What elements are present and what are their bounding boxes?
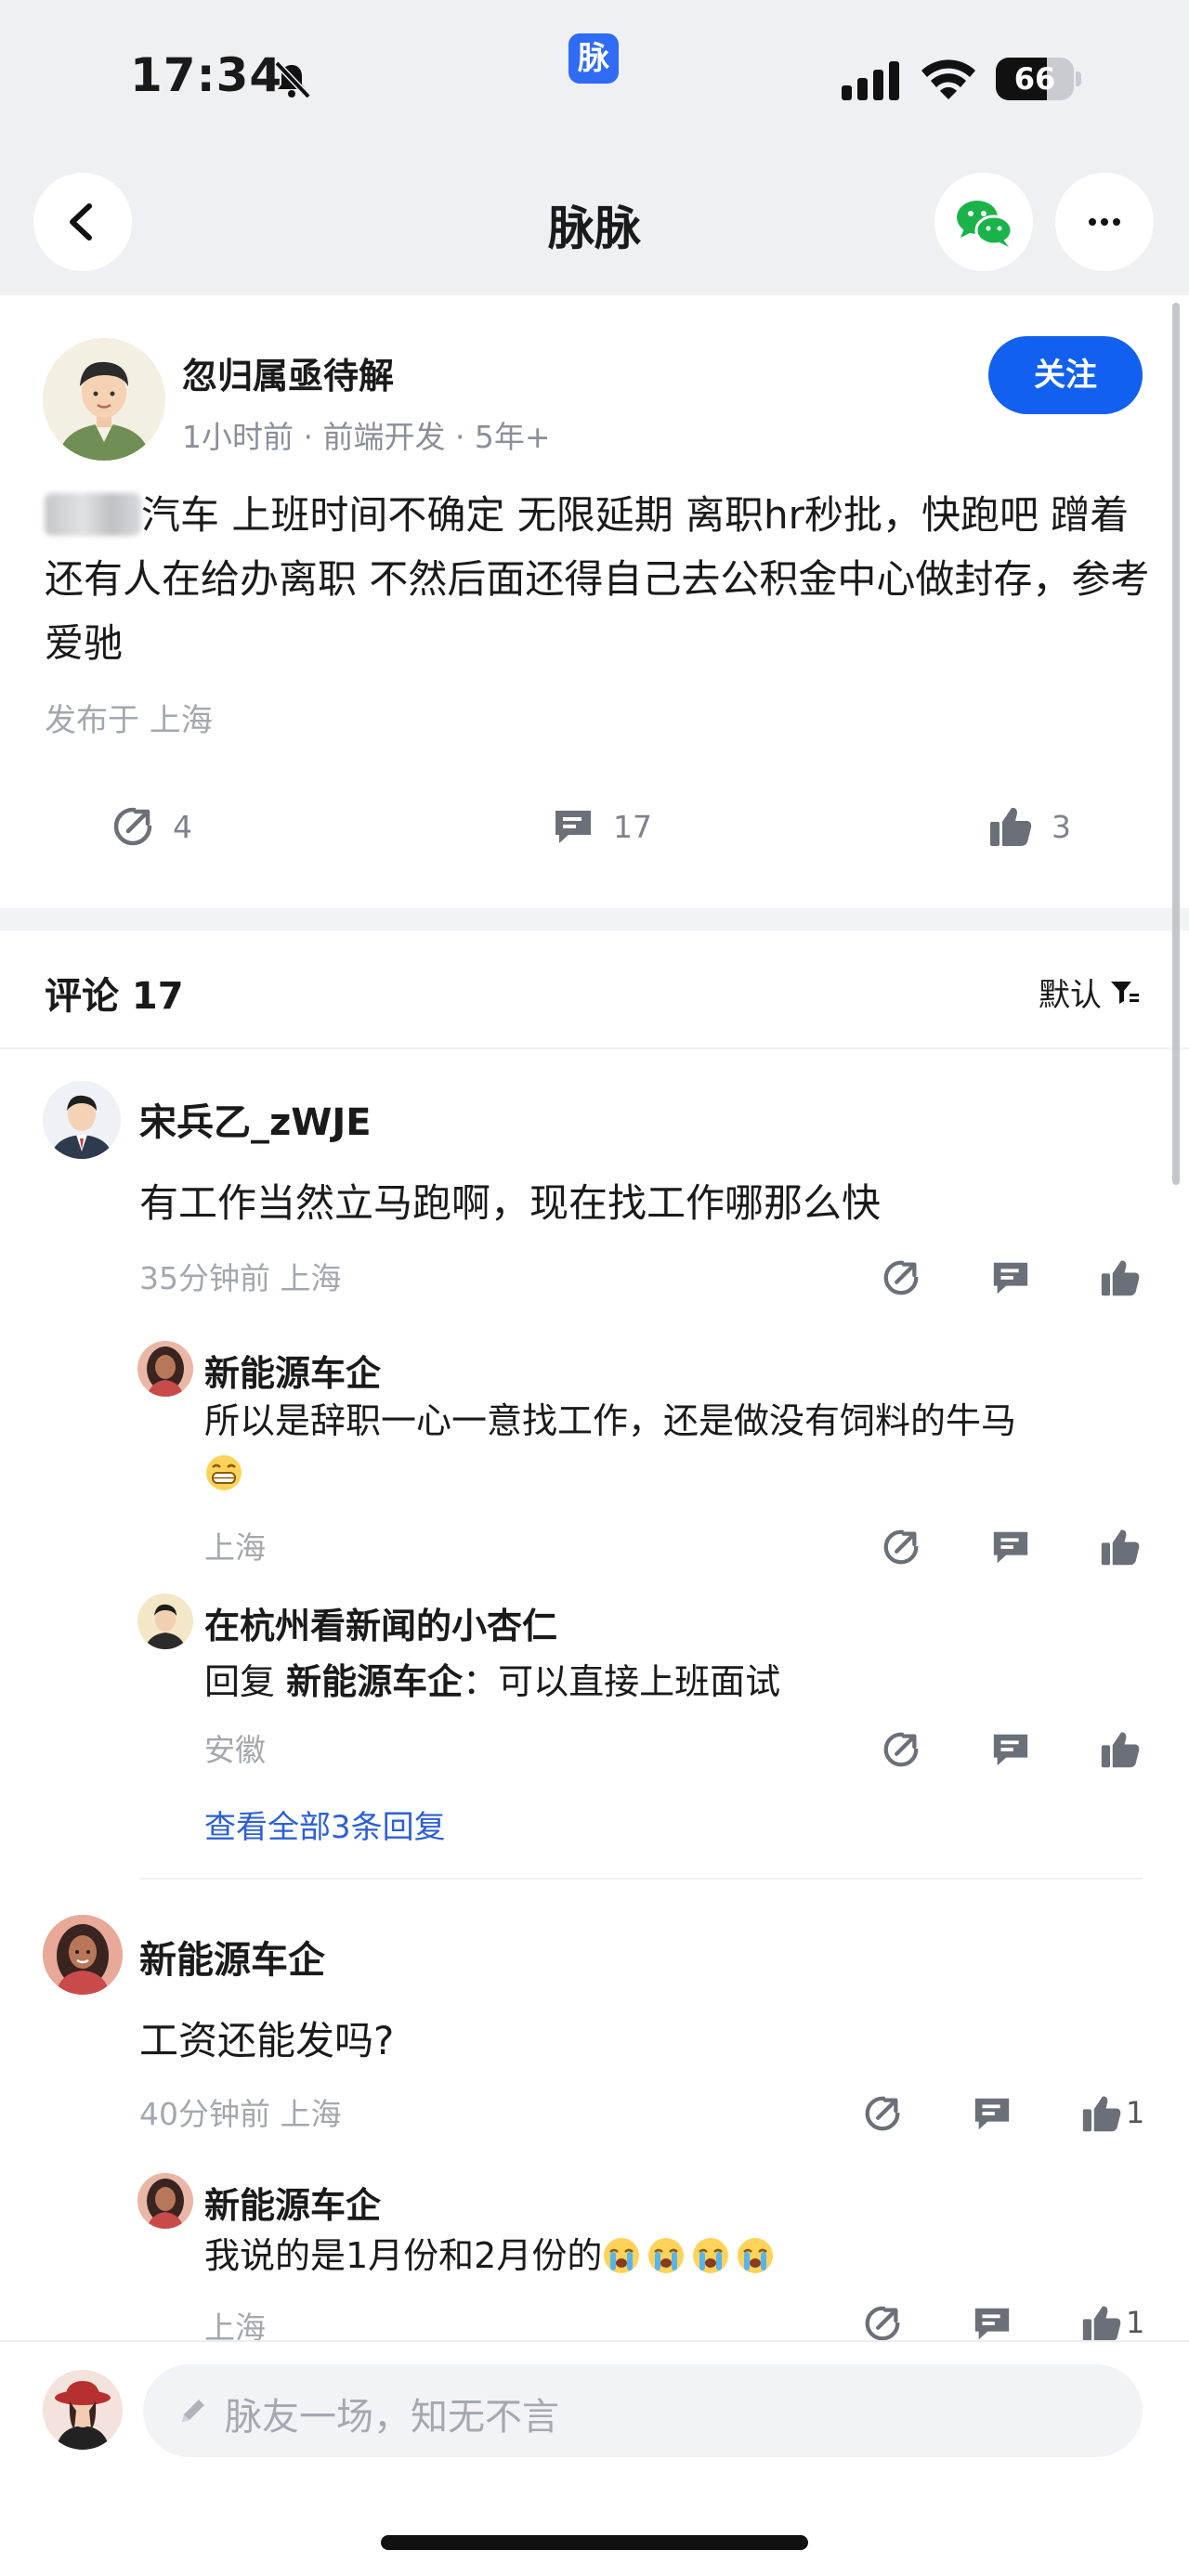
divider	[0, 1047, 1189, 1049]
man-avatar-icon	[137, 1594, 193, 1649]
thumbs-up-icon[interactable]	[1100, 1257, 1141, 1298]
wechat-icon	[957, 201, 1013, 247]
reply-text-content: 所以是辞职一心一意找工作，还是做没有饲料的牛马	[204, 1400, 1017, 1441]
reply-text-content: 可以直接上班面试	[498, 1661, 781, 1702]
reply-prefix: 回复	[204, 1661, 287, 1702]
comment-input-placeholder: 脉友一场，知无不言	[225, 2396, 559, 2439]
comment-icon[interactable]	[972, 2303, 1013, 2344]
grin-emoji-icon	[206, 1455, 242, 1490]
comment-count: 17	[613, 808, 652, 845]
thumbs-up-icon[interactable]	[1100, 1729, 1141, 1770]
home-indicator	[381, 2535, 808, 2550]
repost-icon[interactable]	[881, 1257, 921, 1298]
repost-icon[interactable]	[881, 1527, 921, 1568]
woman-avatar-icon	[137, 1341, 193, 1397]
cellular-signal-icon	[842, 61, 899, 100]
reply-to-user[interactable]: 新能源车企	[286, 1661, 463, 1702]
thumbs-up-icon[interactable]	[1081, 2303, 1122, 2344]
reply-author[interactable]: 新能源车企	[204, 2177, 381, 2228]
woman-hat-avatar-icon	[43, 2370, 123, 2450]
reply-avatar[interactable]	[137, 1594, 193, 1649]
thumbs-up-icon[interactable]	[1081, 2093, 1122, 2134]
filter-icon	[1111, 981, 1139, 1004]
thumbs-up-icon[interactable]	[1100, 1527, 1141, 1568]
comment-meta: 40分钟前 上海	[139, 2096, 342, 2132]
author-avatar[interactable]	[43, 338, 165, 461]
crying-emoji-icon	[693, 2238, 729, 2273]
woman-avatar-icon	[43, 1915, 123, 1995]
repost-icon[interactable]	[862, 2303, 903, 2344]
comment-avatar[interactable]	[43, 1081, 121, 1159]
crying-emoji-icon	[738, 2238, 774, 2273]
comment-button[interactable]: 17	[552, 800, 652, 852]
battery-indicator: 66	[996, 58, 1081, 100]
reply-text-content: 我说的是1月份和2月份的	[204, 2235, 603, 2276]
reply-text: 我说的是1月份和2月份的	[204, 2227, 780, 2278]
comment-icon[interactable]	[990, 1257, 1031, 1298]
comments-title: 评论 17	[45, 975, 184, 1018]
comment-meta: 35分钟前 上海	[139, 1260, 342, 1296]
sort-dropdown[interactable]: 默认	[1039, 969, 1141, 1015]
comment-avatar[interactable]	[43, 1915, 123, 1995]
bell-off-icon	[274, 60, 311, 99]
post-body: 汽车 上班时间不确定 无限延期 离职hr秒批，快跑吧 蹭着还有人在给办离职 不然…	[45, 483, 1150, 675]
repost-icon	[113, 807, 154, 846]
like-count: 3	[1052, 808, 1071, 845]
comment-author[interactable]: 新能源车企	[139, 1930, 325, 1984]
back-arrow-icon	[70, 203, 92, 241]
back-button[interactable]	[33, 173, 132, 271]
app-badge-icon: 脉	[568, 33, 619, 84]
crying-emoji-icon	[648, 2238, 685, 2273]
comment-icon[interactable]	[990, 1729, 1031, 1770]
reply-separator: ：	[463, 1661, 499, 1702]
comment-input[interactable]: 脉友一场，知无不言	[143, 2364, 1143, 2457]
crying-emoji-group	[602, 2235, 780, 2276]
comment-divider	[139, 1878, 1143, 1880]
more-icon	[1089, 218, 1120, 226]
reply-text: 所以是辞职一心一意找工作，还是做没有饲料的牛马	[204, 1395, 1133, 1499]
status-time: 17:34	[130, 48, 283, 102]
comment-icon[interactable]	[990, 1527, 1031, 1568]
redacted-brand	[45, 493, 141, 536]
comment-icon	[555, 811, 591, 843]
follow-button[interactable]: 关注	[988, 336, 1143, 414]
repost-count: 4	[173, 808, 192, 845]
post-location: 发布于 上海	[45, 702, 213, 739]
like-button[interactable]: 3	[988, 800, 1071, 852]
repost-icon[interactable]	[881, 1729, 921, 1770]
man-avatar-icon	[43, 338, 165, 461]
my-avatar[interactable]	[43, 2370, 123, 2450]
section-divider	[0, 908, 1189, 930]
crying-emoji-icon	[604, 2238, 640, 2273]
wifi-icon	[921, 59, 975, 99]
comment-text: 有工作当然立马跑啊，现在找工作哪那么快	[139, 1180, 882, 1226]
sort-label: 默认	[1039, 977, 1102, 1014]
more-button[interactable]	[1055, 173, 1154, 271]
post-text: 汽车 上班时间不确定 无限延期 离职hr秒批，快跑吧 蹭着还有人在给办离职 不然…	[45, 492, 1150, 666]
pencil-icon	[182, 2400, 204, 2422]
page-title: 脉脉	[548, 202, 641, 255]
repost-icon[interactable]	[862, 2093, 903, 2134]
reply-author[interactable]: 新能源车企	[204, 1345, 381, 1396]
man-suit-avatar-icon	[43, 1081, 121, 1159]
reply-meta: 安徽	[204, 1732, 266, 1768]
view-all-replies-link[interactable]: 查看全部3条回复	[204, 1802, 446, 1847]
like-count: 1	[1126, 2305, 1145, 2340]
comment-text: 工资还能发吗?	[139, 2018, 395, 2063]
wechat-share-button[interactable]	[934, 173, 1033, 271]
reply-avatar[interactable]	[137, 2173, 193, 2229]
author-meta: 1小时前 · 前端开发 · 5年+	[182, 419, 551, 455]
comment-author[interactable]: 宋兵乙_zWJE	[139, 1092, 372, 1146]
reply-text: 回复 新能源车企：可以直接上班面试	[204, 1653, 780, 1704]
scrollbar[interactable]	[1172, 303, 1180, 1185]
like-count: 1	[1126, 2095, 1145, 2130]
reply-avatar[interactable]	[137, 1341, 193, 1397]
reply-author[interactable]: 在杭州看新闻的小杏仁	[204, 1597, 557, 1648]
reply-meta: 上海	[204, 1529, 266, 1566]
author-name[interactable]: 忽归属亟待解	[182, 347, 394, 398]
repost-button[interactable]: 4	[111, 800, 192, 852]
woman-avatar-icon	[137, 2173, 193, 2229]
comment-icon[interactable]	[972, 2093, 1013, 2134]
thumbs-up-icon	[990, 807, 1032, 846]
